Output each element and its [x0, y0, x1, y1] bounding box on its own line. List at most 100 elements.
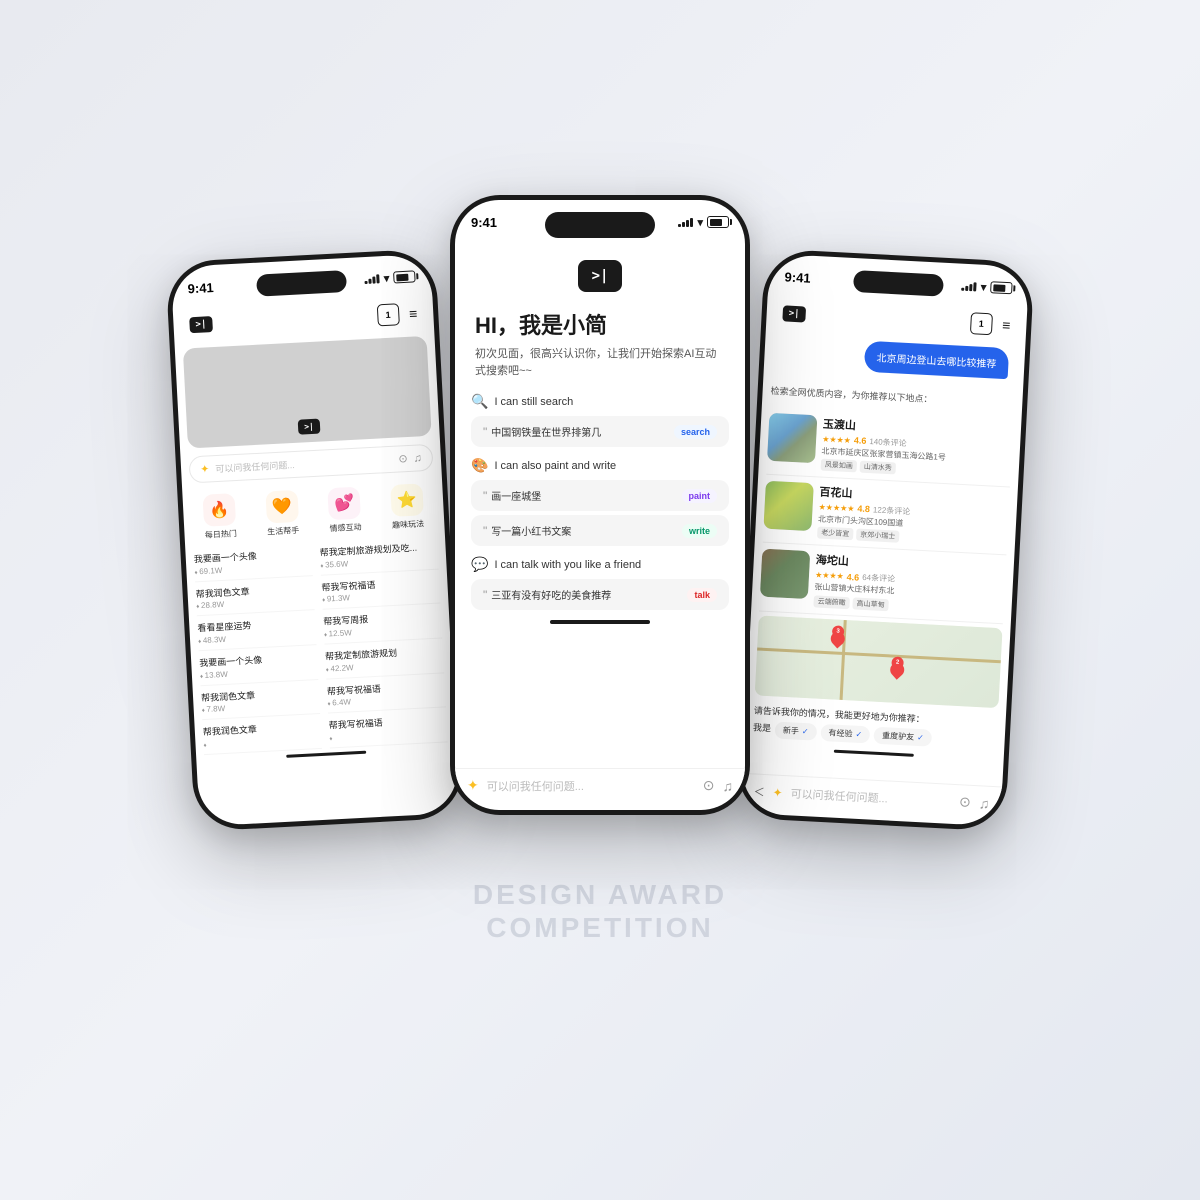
list-item[interactable]: 我要画一个头像 13.8W [199, 647, 319, 686]
mic-icon-right[interactable]: ♫ [978, 795, 989, 812]
feature-tag-paint[interactable]: paint [682, 489, 718, 503]
header-icon-menu-right[interactable]: ≡ [1002, 317, 1011, 333]
list-item[interactable]: 看看星座运势 48.3W [197, 612, 317, 651]
map-area: 3 2 [755, 615, 1003, 708]
left-input-icons: ⊙ ♫ [398, 451, 422, 465]
place-item-2[interactable]: 百花山 ★★★★★ 4.8 122条评论 北京市门头沟区109国道 老少皆宜 京… [763, 475, 1010, 556]
list-item[interactable]: 帮我定制旅游规划及吃... 35.6W [319, 537, 439, 576]
category-label-hot: 每日热门 [205, 528, 238, 541]
category-hot[interactable]: 🔥 每日热门 [190, 492, 249, 541]
place-thumb-2 [763, 481, 813, 531]
list-item[interactable]: 帮我定制旅游规划 42.2W [325, 641, 445, 680]
map-bg: 3 2 [755, 615, 1003, 708]
map-pin-2: 2 [888, 660, 908, 680]
watermark-line2: COMPETITION [473, 911, 727, 945]
list-item[interactable]: 帮我写周报 12.5W [323, 606, 443, 645]
camera-icon-left[interactable]: ⊙ [398, 452, 408, 465]
feature-example-value-paint: 画一座城堡 [491, 488, 541, 503]
signal-bar-4 [377, 274, 380, 283]
header-icon-square-right[interactable]: 1 [970, 312, 993, 335]
place-thumb-3 [760, 549, 810, 599]
answer-option-experienced[interactable]: 有经验 ✓ [820, 724, 871, 744]
feature-example-talk[interactable]: " 三亚有没有好吃的美食推荐 talk [471, 579, 729, 610]
feature-tag-search[interactable]: search [674, 425, 717, 439]
feature-tag-write[interactable]: write [682, 524, 717, 538]
answer-label-experienced: 有经验 [828, 727, 853, 739]
feature-label-search-text: I can still search [494, 396, 573, 408]
input-bar-right[interactable]: ＜ ✦ 可以问我任何问题... ⊙ ♫ [741, 773, 1002, 821]
watermark-line1: DESIGN AWARD [473, 878, 727, 912]
place-tag-2b: 京郊小瑞士 [856, 529, 900, 543]
map-pin-badge-2: 2 [891, 656, 904, 669]
mic-icon-left[interactable]: ♫ [413, 452, 422, 464]
center-logo-area: >| [455, 244, 745, 300]
app-logo-left[interactable]: >| [189, 316, 213, 333]
greeting-subtitle: 初次见面，很高兴认识你，让我们开始探索AI互动式搜索吧~~ [475, 346, 725, 379]
answer-label-beginner: 新手 [783, 725, 800, 737]
header-icon-menu-left[interactable]: ≡ [409, 305, 418, 321]
status-icons-center: ▾ [678, 216, 729, 229]
category-life[interactable]: 🧡 生活帮手 [253, 489, 312, 538]
feature-label-talk-text: I can talk with you like a friend [494, 559, 641, 571]
place-info-2: 百花山 ★★★★★ 4.8 122条评论 北京市门头沟区109国道 老少皆宜 京… [817, 483, 1010, 548]
map-road-horizontal [757, 647, 1001, 663]
category-icon-fun: ⭐ [390, 483, 424, 517]
header-icons-left: 1 ≡ [377, 302, 418, 326]
place-tag-3a: 云端俯瞰 [813, 595, 850, 609]
place-stars-3: ★★★★ [815, 571, 844, 581]
feature-talk: 💬 I can talk with you like a friend " 三亚… [471, 556, 729, 610]
signal-bars-left [365, 273, 381, 284]
category-label-life: 生活帮手 [267, 525, 300, 538]
answer-prefix: 我是 [753, 720, 772, 738]
place-score-3: 4.6 [846, 572, 859, 583]
answer-option-expert[interactable]: 重度驴友 ✓ [874, 726, 933, 746]
feature-example-search[interactable]: " 中国钢铁量在世界排第几 search [471, 416, 729, 447]
place-score-1: 4.6 [854, 435, 867, 446]
wifi-icon-center: ▾ [697, 216, 703, 229]
answer-option-beginner[interactable]: 新手 ✓ [774, 721, 817, 740]
feature-example-value-search: 中国钢铁量在世界排第几 [491, 424, 601, 439]
signal-bar-r2 [966, 286, 969, 291]
category-label-emotion: 情感互动 [329, 522, 362, 535]
status-time-left: 9:41 [187, 279, 214, 295]
place-item-3[interactable]: 海坨山 ★★★★ 4.6 64条评论 张山营镇大庄科村东北 云端俯瞰 高山草甸 [759, 543, 1006, 624]
dynamic-island-left [256, 270, 347, 297]
camera-icon-center[interactable]: ⊙ [703, 777, 715, 794]
answer-check-experienced: ✓ [855, 729, 862, 738]
signal-bar-c3 [686, 220, 689, 227]
camera-icon-right[interactable]: ⊙ [959, 793, 972, 811]
app-logo-right[interactable]: >| [782, 305, 806, 322]
list-item[interactable]: 帮我写祝福语 91.3W [321, 571, 441, 610]
list-item[interactable]: 我要画一个头像 69.1W [193, 543, 313, 582]
feature-paint: 🎨 I can also paint and write " 画一座城堡 pai… [471, 457, 729, 546]
wifi-icon-left: ▾ [384, 271, 390, 284]
feature-example-write[interactable]: " 写一篇小红书文案 write [471, 515, 729, 546]
list-item[interactable]: 帮我润色文章 7.8W [201, 682, 321, 721]
place-item-1[interactable]: 玉渡山 ★★★★ 4.6 140条评论 北京市延庆区张家营镇玉海公路1号 凤景如… [766, 406, 1013, 487]
wifi-icon-right: ▾ [981, 280, 987, 293]
feature-label-paint: 🎨 I can also paint and write [471, 457, 729, 474]
feature-section: 🔍 I can still search " 中国钢铁量在世界排第几 searc… [455, 393, 745, 610]
list-item[interactable]: 帮我写祝福语 [328, 710, 448, 749]
category-emotion[interactable]: 💕 情感互动 [315, 486, 374, 535]
feature-example-value-talk: 三亚有没有好吃的美食推荐 [491, 587, 611, 602]
category-fun[interactable]: ⭐ 趣味玩法 [378, 483, 437, 532]
place-tag-2a: 老少皆宜 [817, 527, 854, 541]
header-icons-right: 1 ≡ [970, 312, 1011, 336]
left-input-bar[interactable]: ✦ 可以问我任何问题... ⊙ ♫ [188, 444, 433, 484]
place-stars-1: ★★★★ [822, 434, 851, 444]
input-bar-center[interactable]: ✦ 可以问我任何问题... ⊙ ♫ [455, 768, 745, 802]
header-icon-square-left[interactable]: 1 [377, 303, 400, 326]
mic-icon-center[interactable]: ♫ [723, 778, 734, 794]
center-logo[interactable]: >| [578, 260, 623, 292]
input-bar-actions-right: ⊙ ♫ [959, 793, 990, 812]
signal-bar-c4 [690, 218, 693, 227]
feature-example-paint[interactable]: " 画一座城堡 paint [471, 480, 729, 511]
battery-left [393, 270, 416, 283]
list-item[interactable]: 帮我写祝福语 6.4W [326, 675, 446, 714]
list-item[interactable]: 帮我润色文章 28.8W [195, 578, 315, 617]
place-score-2: 4.8 [857, 504, 870, 515]
feature-tag-talk[interactable]: talk [687, 588, 717, 602]
back-btn-right[interactable]: ＜ [753, 783, 765, 800]
list-item[interactable]: 帮我润色文章 [202, 716, 322, 755]
